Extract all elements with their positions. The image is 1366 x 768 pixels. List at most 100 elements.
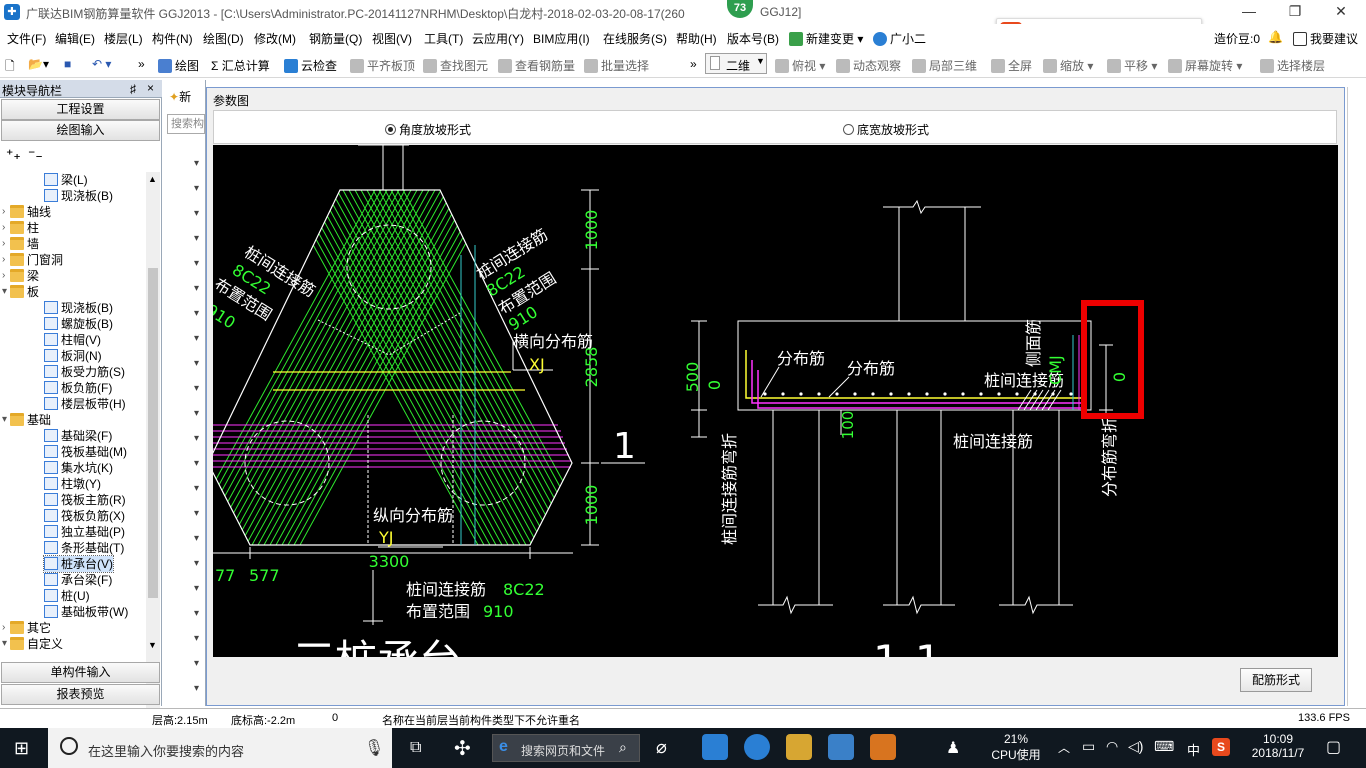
app-swirl-icon[interactable]: ⌀ [656,737,667,758]
row-chevron-down-icon[interactable]: ▾ [194,608,199,619]
tree-item[interactable]: 柱墩(Y) [44,476,101,492]
tree-item[interactable]: 基础梁(F) [44,428,112,444]
menu-version[interactable]: 版本号(B) [727,30,779,47]
tree-scrollbar[interactable]: ▲ ▼ [146,172,160,740]
tree-folder[interactable]: › 柱 [2,220,39,236]
minimize-icon[interactable]: — [1226,0,1272,24]
undo-icon[interactable]: ↶ ▾ [92,57,111,71]
menu-file[interactable]: 文件(F) [7,30,46,47]
align-slab-top-button[interactable]: 平齐板顶 [350,57,415,74]
tree-folder[interactable]: › 其它 [2,620,51,636]
view-mode-select[interactable]: 二维 ▼ [705,53,767,74]
tree-folder[interactable]: › 门窗洞 [2,252,63,268]
project-settings-button[interactable]: 工程设置 [1,99,160,120]
zoom-button[interactable]: 缩放 ▾ [1043,57,1093,74]
view-rebar-qty-button[interactable]: 查看钢筋量 [498,57,575,74]
tree-folder[interactable]: ▾ 基础 [2,412,51,428]
row-chevron-down-icon[interactable]: ▾ [194,358,199,369]
chevron-down-icon[interactable]: ▾ [2,412,7,428]
battery-icon[interactable]: ▭ [1082,738,1095,755]
people-icon[interactable]: ♟ [946,738,960,758]
rebar-form-button[interactable]: 配筋形式 [1240,668,1312,692]
tree-item[interactable]: 柱帽(V) [44,332,101,348]
tree-item[interactable]: 独立基础(P) [44,524,125,540]
row-chevron-down-icon[interactable]: ▾ [194,683,199,694]
row-chevron-down-icon[interactable]: ▾ [194,533,199,544]
tree-folder[interactable]: › 墙 [2,236,39,252]
tree-item[interactable]: 集水坑(K) [44,460,113,476]
menu-draw[interactable]: 绘图(D) [203,30,244,47]
chevron-right-icon[interactable]: › [2,220,5,236]
microphone-icon[interactable]: 🎙 [364,738,384,758]
screen-rotate-button[interactable]: 屏幕旋转 ▾ [1168,57,1242,74]
fullscreen-button[interactable]: 全屏 [991,57,1032,74]
sogou-tray-icon[interactable]: S [1212,738,1230,756]
bell-icon[interactable]: 🔔 [1268,30,1283,44]
toolbar-overflow2-icon[interactable]: » [690,57,697,71]
tree-folder[interactable]: ▾ 自定义 [2,636,63,652]
row-chevron-down-icon[interactable]: ▾ [194,408,199,419]
tree-item[interactable]: 条形基础(T) [44,540,124,556]
chevron-down-icon[interactable]: ▾ [2,636,7,652]
scroll-up-icon[interactable]: ▲ [148,174,157,184]
tree-item[interactable]: 梁(L) [44,172,88,188]
tree-item[interactable]: 基础板带(W) [44,604,128,620]
row-chevron-down-icon[interactable]: ▾ [194,333,199,344]
scroll-thumb[interactable] [148,268,158,598]
menu-help[interactable]: 帮助(H) [676,30,717,47]
new-component-tab[interactable]: ✦新 [169,88,191,105]
chevron-down-icon[interactable]: ▾ [2,284,7,300]
radio-bottom-width-slope[interactable]: 底宽放坡形式 [843,121,929,138]
row-chevron-down-icon[interactable]: ▾ [194,508,199,519]
draw-button[interactable]: 绘图 [158,57,199,74]
row-chevron-down-icon[interactable]: ▾ [194,383,199,394]
menu-bim[interactable]: BIM应用(I) [533,30,590,47]
row-chevron-down-icon[interactable]: ▾ [194,283,199,294]
row-chevron-down-icon[interactable]: ▾ [194,308,199,319]
cloud-check-button[interactable]: 云检查 [284,57,337,74]
chevron-right-icon[interactable]: › [2,268,5,284]
scroll-down-icon[interactable]: ▼ [148,640,157,650]
open-file-icon[interactable]: 📂▾ [28,57,49,71]
guangxiaoer-menu[interactable]: 广小二 [873,30,926,47]
tree-item[interactable]: 承台梁(F) [44,572,112,588]
input-language[interactable]: 中 [1187,740,1200,759]
menu-online[interactable]: 在线服务(S) [603,30,667,47]
image-app-icon[interactable] [828,734,854,760]
tree-folder[interactable]: ▾ 板 [2,284,39,300]
wifi-icon[interactable]: ◠ [1106,738,1118,755]
row-chevron-down-icon[interactable]: ▾ [194,583,199,594]
toolbar-overflow-icon[interactable]: » [138,57,145,71]
tree-item[interactable]: 现浇板(B) [44,188,113,204]
notification-badge[interactable]: 73 [727,0,753,18]
expand-all-icon[interactable]: ⁺₊ [6,146,21,163]
new-file-icon[interactable]: 🗋 [5,57,15,78]
row-chevron-down-icon[interactable]: ▾ [194,158,199,169]
component-search-input[interactable]: 搜索构 [167,114,205,134]
app-fan-icon[interactable]: ✣ [454,736,471,761]
tree-item[interactable]: 螺旋板(B) [44,316,113,332]
windows-start-icon[interactable]: ⊞ [14,738,29,759]
tree-folder[interactable]: › 轴线 [2,204,51,220]
action-center-icon[interactable]: ▢ [1326,737,1341,757]
menu-component[interactable]: 构件(N) [152,30,193,47]
menu-tools[interactable]: 工具(T) [424,30,463,47]
chevron-right-icon[interactable]: › [2,204,5,220]
tree-item[interactable]: 板洞(N) [44,348,102,364]
web-search-box[interactable]: e 搜索网页和文件 ⌕ [492,734,640,762]
cpu-usage[interactable]: 21% CPU使用 [986,732,1046,763]
summary-calc-button[interactable]: Σ 汇总计算 [211,57,270,74]
menu-view[interactable]: 视图(V) [372,30,412,47]
collapse-all-icon[interactable]: ⁻₋ [28,146,43,163]
tree-item[interactable]: 筏板基础(M) [44,444,127,460]
row-chevron-down-icon[interactable]: ▾ [194,258,199,269]
single-component-input-button[interactable]: 单构件输入 [1,662,160,683]
find-element-button[interactable]: 查找图元 [423,57,488,74]
row-chevron-down-icon[interactable]: ▾ [194,633,199,644]
tree-item[interactable]: 楼层板带(H) [44,396,126,412]
pin-icon[interactable]: ♯ [130,82,136,96]
row-chevron-down-icon[interactable]: ▾ [194,433,199,444]
top-view-button[interactable]: 俯视 ▾ [775,57,825,74]
dynamic-observe-button[interactable]: 动态观察 [836,57,901,74]
row-chevron-down-icon[interactable]: ▾ [194,458,199,469]
